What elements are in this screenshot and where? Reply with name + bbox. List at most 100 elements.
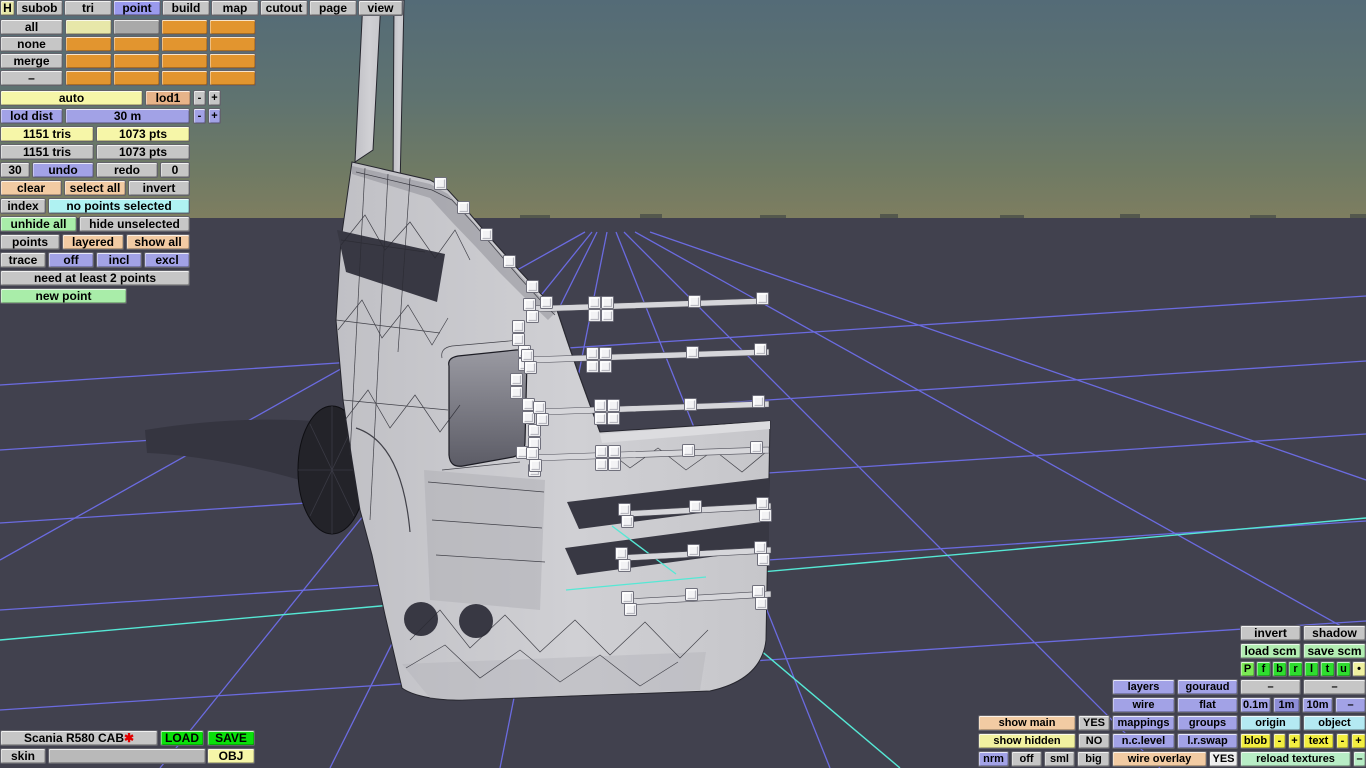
proj-r-button[interactable]: r bbox=[1288, 661, 1303, 677]
subobject-cell[interactable] bbox=[113, 70, 160, 86]
flat-button[interactable]: flat bbox=[1177, 697, 1238, 713]
nrm-big-button[interactable]: big bbox=[1077, 751, 1110, 767]
subobject-cell[interactable] bbox=[209, 19, 256, 35]
load-scm-button[interactable]: load scm bbox=[1240, 643, 1301, 659]
wire-button[interactable]: wire bbox=[1112, 697, 1175, 713]
subobject-cell[interactable] bbox=[65, 36, 112, 52]
select-all-button[interactable]: select all bbox=[64, 180, 126, 196]
text-minus-button[interactable]: - bbox=[1336, 733, 1349, 749]
invert-selection-button[interactable]: invert bbox=[128, 180, 190, 196]
dash-button-2[interactable]: – bbox=[1303, 679, 1366, 695]
nrm-sml-button[interactable]: sml bbox=[1044, 751, 1075, 767]
proj-l-button[interactable]: l bbox=[1304, 661, 1319, 677]
save-scm-button[interactable]: save scm bbox=[1303, 643, 1366, 659]
wire-overlay-value[interactable]: YES bbox=[1209, 751, 1238, 767]
subobject-cell[interactable] bbox=[113, 53, 160, 69]
trace-excl-button[interactable]: excl bbox=[144, 252, 190, 268]
grid-dash-button[interactable]: – bbox=[1335, 697, 1366, 713]
lod-dist-label[interactable]: lod dist bbox=[0, 108, 63, 124]
tab-build[interactable]: build bbox=[162, 0, 210, 16]
skin-button[interactable]: skin bbox=[0, 748, 46, 764]
trace-incl-button[interactable]: incl bbox=[96, 252, 142, 268]
wire-overlay-button[interactable]: wire overlay bbox=[1112, 751, 1207, 767]
subobject-cell[interactable] bbox=[161, 53, 208, 69]
proj-b-button[interactable]: b bbox=[1272, 661, 1287, 677]
nrm-button[interactable]: nrm bbox=[978, 751, 1009, 767]
show-hidden-button[interactable]: show hidden bbox=[978, 733, 1076, 749]
obj-export-button[interactable]: OBJ bbox=[207, 748, 255, 764]
clear-button[interactable]: clear bbox=[0, 180, 62, 196]
show-main-value[interactable]: YES bbox=[1078, 715, 1110, 731]
new-point-button[interactable]: new point bbox=[0, 288, 127, 304]
skin-field[interactable] bbox=[48, 748, 206, 764]
subobject-cell[interactable] bbox=[65, 53, 112, 69]
lod-plus-button[interactable]: + bbox=[208, 90, 221, 106]
subobject-merge-button[interactable]: merge bbox=[0, 53, 63, 69]
proj-f-button[interactable]: f bbox=[1256, 661, 1271, 677]
groups-button[interactable]: groups bbox=[1177, 715, 1238, 731]
redo-button[interactable]: redo bbox=[96, 162, 158, 178]
undo-button[interactable]: undo bbox=[32, 162, 94, 178]
dash-button-1[interactable]: – bbox=[1240, 679, 1301, 695]
grid-01m-button[interactable]: 0.1m bbox=[1240, 697, 1271, 713]
subobject-none-button[interactable]: none bbox=[0, 36, 63, 52]
trace-off-button[interactable]: off bbox=[48, 252, 94, 268]
tab-tri[interactable]: tri bbox=[64, 0, 112, 16]
subobject-cell[interactable] bbox=[209, 36, 256, 52]
reload-textures-button[interactable]: reload textures bbox=[1240, 751, 1351, 767]
tab-page[interactable]: page bbox=[309, 0, 357, 16]
text-plus-button[interactable]: + bbox=[1351, 733, 1366, 749]
show-hidden-value[interactable]: NO bbox=[1078, 733, 1110, 749]
gouraud-button[interactable]: gouraud bbox=[1177, 679, 1238, 695]
subobject-cell[interactable] bbox=[65, 19, 112, 35]
tab-cutout[interactable]: cutout bbox=[260, 0, 308, 16]
origin-button[interactable]: origin bbox=[1240, 715, 1301, 731]
layers-button[interactable]: layers bbox=[1112, 679, 1175, 695]
show-main-button[interactable]: show main bbox=[978, 715, 1076, 731]
unhide-all-button[interactable]: unhide all bbox=[0, 216, 77, 232]
object-button[interactable]: object bbox=[1303, 715, 1366, 731]
hide-unselected-button[interactable]: hide unselected bbox=[79, 216, 190, 232]
subobject-all-button[interactable]: all bbox=[0, 19, 63, 35]
blob-button[interactable]: blob bbox=[1240, 733, 1271, 749]
lod-minus-button[interactable]: - bbox=[193, 90, 206, 106]
mappings-button[interactable]: mappings bbox=[1112, 715, 1175, 731]
subobject-cell[interactable] bbox=[209, 70, 256, 86]
proj-t-button[interactable]: t bbox=[1320, 661, 1335, 677]
proj-u-button[interactable]: u bbox=[1336, 661, 1351, 677]
subobject-cell[interactable] bbox=[113, 19, 160, 35]
proj-dot-button[interactable]: • bbox=[1352, 661, 1366, 677]
blob-plus-button[interactable]: + bbox=[1288, 733, 1301, 749]
save-button[interactable]: SAVE bbox=[207, 730, 255, 746]
tab-map[interactable]: map bbox=[211, 0, 259, 16]
lod-auto-button[interactable]: auto bbox=[0, 90, 143, 106]
text-button[interactable]: text bbox=[1303, 733, 1334, 749]
tab-view[interactable]: view bbox=[358, 0, 403, 16]
subobject-cell[interactable] bbox=[113, 36, 160, 52]
index-button[interactable]: index bbox=[0, 198, 46, 214]
lrswap-button[interactable]: l.r.swap bbox=[1177, 733, 1238, 749]
reload-dash-button[interactable]: – bbox=[1353, 751, 1366, 767]
subobject-cell[interactable] bbox=[65, 70, 112, 86]
points-button[interactable]: points bbox=[0, 234, 60, 250]
subobject-minus-button[interactable]: – bbox=[0, 70, 63, 86]
lod-dist-minus-button[interactable]: - bbox=[193, 108, 206, 124]
subobject-cell[interactable] bbox=[161, 70, 208, 86]
tab-h[interactable]: H bbox=[0, 0, 15, 16]
subobject-cell[interactable] bbox=[161, 36, 208, 52]
shadow-button[interactable]: shadow bbox=[1303, 625, 1366, 641]
trace-label[interactable]: trace bbox=[0, 252, 46, 268]
layered-button[interactable]: layered bbox=[62, 234, 124, 250]
nrm-off-button[interactable]: off bbox=[1011, 751, 1042, 767]
invert-button[interactable]: invert bbox=[1240, 625, 1301, 641]
nclevel-button[interactable]: n.c.level bbox=[1112, 733, 1175, 749]
tab-point[interactable]: point bbox=[113, 0, 161, 16]
grid-10m-button[interactable]: 10m bbox=[1302, 697, 1333, 713]
proj-p-button[interactable]: P bbox=[1240, 661, 1255, 677]
blob-minus-button[interactable]: - bbox=[1273, 733, 1286, 749]
subobject-cell[interactable] bbox=[161, 19, 208, 35]
tab-subob[interactable]: subob bbox=[16, 0, 63, 16]
grid-1m-button[interactable]: 1m bbox=[1273, 697, 1300, 713]
subobject-cell[interactable] bbox=[209, 53, 256, 69]
lod-current-button[interactable]: lod1 bbox=[145, 90, 191, 106]
